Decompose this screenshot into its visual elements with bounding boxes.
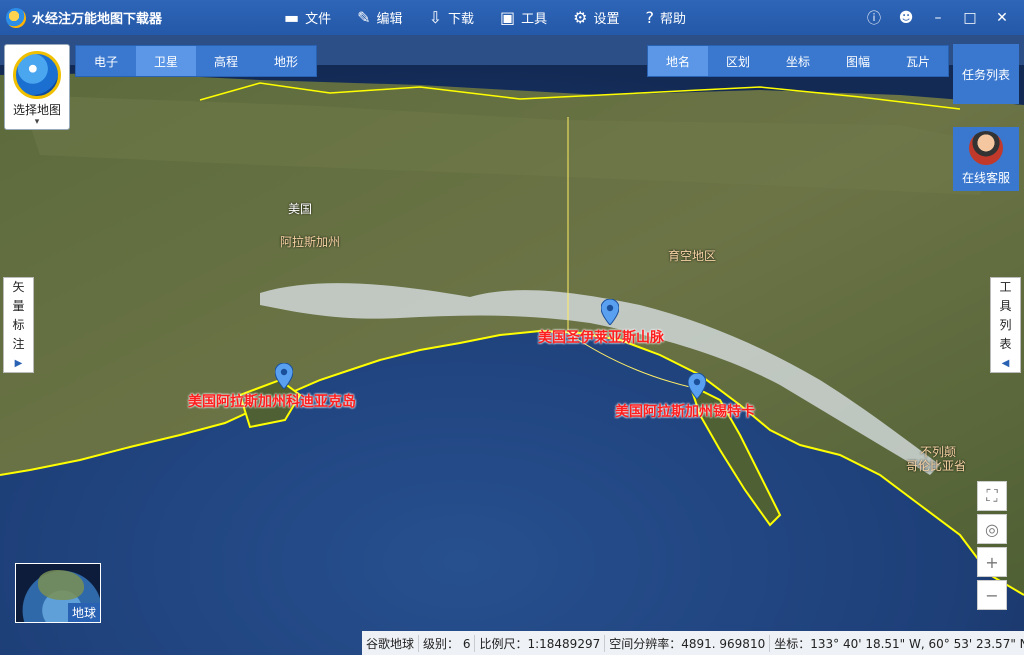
vector-annotation-tab[interactable]: 矢 量 标 注 ▶ — [3, 277, 34, 373]
earth-minimap[interactable]: 地球 — [15, 563, 101, 623]
menu-tools-label: 工具 — [521, 12, 548, 27]
status-bar: 谷歌地球 级别： 6 比例尺：1:18489297 空间分辨率：4891. 96… — [362, 631, 1024, 655]
tab-place-names[interactable]: 地名 — [648, 46, 708, 76]
tab-tiles[interactable]: 瓦片 — [888, 46, 948, 76]
app-title: 水经注万能地图下载器 — [32, 12, 163, 27]
menu-edit[interactable]: ✎ 编辑 — [357, 0, 402, 35]
tool-list-char: 列 — [999, 317, 1012, 332]
customer-service-avatar-icon — [969, 131, 1003, 165]
folder-icon: ▬ — [284, 8, 300, 27]
marker-label-kodiak[interactable]: 美国阿拉斯加州科迪亚克岛 — [188, 391, 356, 411]
title-bar: 水经注万能地图下载器 ▬ 文件 ✎ 编辑 ⇩ 下载 ▣ 工具 ⚙ 设置 ? 帮助 ⓘ ☻ –… — [0, 0, 1024, 35]
vector-annotation-char: 注 — [12, 336, 25, 351]
vector-annotation-char: 标 — [12, 317, 25, 332]
gear-icon: ⚙ — [573, 8, 588, 27]
minimap-label: 地球 — [67, 603, 100, 622]
close-icon[interactable]: ✕ — [986, 10, 1018, 26]
menu-tools[interactable]: ▣ 工具 — [500, 0, 547, 35]
vector-annotation-char: 矢 — [12, 279, 25, 294]
tab-map-sheets[interactable]: 图幅 — [828, 46, 888, 76]
satellite-imagery — [0, 35, 1024, 655]
status-level: 级别： 6 — [419, 634, 476, 652]
task-list-label: 任务列表 — [961, 67, 1010, 82]
select-map-button[interactable]: 选择地图 ▾ — [4, 44, 70, 130]
tool-list-tab[interactable]: 工 具 列 表 ◀ — [990, 277, 1021, 373]
edit-icon: ✎ — [357, 8, 371, 27]
tab-coordinates[interactable]: 坐标 — [768, 46, 828, 76]
map-pin-icon[interactable] — [688, 373, 706, 399]
chevron-right-icon: ▶ — [14, 357, 23, 369]
vector-annotation-char: 量 — [12, 298, 25, 313]
maximize-icon[interactable]: □ — [954, 10, 986, 26]
tab-satellite[interactable]: 卫星 — [136, 46, 196, 76]
marker-label-sitka[interactable]: 美国阿拉斯加州锡特卡 — [615, 401, 755, 421]
label-alaska: 阿拉斯加州 — [280, 235, 341, 249]
marker-label-saint-elias[interactable]: 美国圣伊莱亚斯山脉 — [538, 327, 664, 347]
main-menu: ▬ 文件 ✎ 编辑 ⇩ 下载 ▣ 工具 ⚙ 设置 ? 帮助 — [284, 0, 712, 35]
minimize-icon[interactable]: – — [922, 10, 954, 26]
menu-file-label: 文件 — [305, 12, 332, 27]
label-yukon: 育空地区 — [668, 249, 717, 263]
globe-logo-icon — [6, 7, 26, 28]
tab-divisions[interactable]: 区划 — [708, 46, 768, 76]
tool-list-char: 工 — [999, 279, 1012, 294]
zoom-in-button[interactable]: + — [977, 547, 1007, 577]
menu-download[interactable]: ⇩ 下载 — [429, 0, 474, 35]
menu-download-label: 下载 — [447, 12, 474, 27]
earth-globe-icon — [13, 51, 61, 99]
menu-edit-label: 编辑 — [376, 12, 403, 27]
map-pin-icon[interactable] — [275, 363, 293, 389]
chevron-left-icon: ◀ — [1001, 357, 1010, 369]
online-service-button[interactable]: 在线客服 — [953, 127, 1019, 191]
status-coordinates: 坐标：133° 40' 18.51" W, 60° 53' 23.57" N — [774, 636, 1024, 651]
status-scale: 比例尺：1:18489297 — [475, 634, 606, 652]
overlay-tabs: 地名 区划 坐标 图幅 瓦片 — [647, 45, 949, 77]
locate-button[interactable]: ◎ — [977, 514, 1007, 544]
online-service-label: 在线客服 — [961, 171, 1010, 185]
chevron-down-icon: ▾ — [34, 117, 40, 127]
toolbox-icon: ▣ — [499, 8, 516, 27]
help-icon: ? — [645, 8, 654, 27]
menu-settings-label: 设置 — [593, 12, 620, 27]
map-pin-icon[interactable] — [601, 299, 619, 325]
label-usa: 美国 — [288, 202, 313, 216]
tab-electronic[interactable]: 电子 — [76, 46, 136, 76]
info-icon[interactable]: ⓘ — [858, 8, 890, 28]
tab-terrain[interactable]: 地形 — [256, 46, 316, 76]
menu-file[interactable]: ▬ 文件 — [284, 0, 331, 35]
status-resolution: 空间分辨率：4891. 969810 — [605, 634, 771, 652]
tool-list-char: 表 — [999, 336, 1012, 351]
menu-help[interactable]: ? 帮助 — [645, 0, 686, 35]
window-controls: ⓘ ☻ – □ ✕ — [858, 0, 1018, 35]
map-type-tabs: 电子 卫星 高程 地形 — [75, 45, 317, 77]
select-map-label: 选择地图 — [12, 103, 61, 117]
status-source: 谷歌地球 — [362, 634, 420, 652]
download-icon: ⇩ — [428, 8, 442, 27]
fullscreen-button[interactable]: ⛶ — [977, 481, 1007, 511]
task-list-button[interactable]: 任务列表 — [953, 44, 1019, 104]
tab-elevation[interactable]: 高程 — [196, 46, 256, 76]
user-icon[interactable]: ☻ — [890, 10, 922, 26]
label-bc-line2: 哥伦比亚省 — [906, 459, 967, 473]
map-canvas[interactable]: 美国 阿拉斯加州 育空地区 不列颠 哥伦比亚省 美国圣伊莱亚斯山脉 美国阿拉斯加… — [0, 35, 1024, 655]
tool-list-char: 具 — [999, 298, 1012, 313]
menu-settings[interactable]: ⚙ 设置 — [573, 0, 619, 35]
minimap-landmass — [38, 570, 84, 600]
menu-help-label: 帮助 — [659, 12, 686, 27]
zoom-out-button[interactable]: − — [977, 580, 1007, 610]
